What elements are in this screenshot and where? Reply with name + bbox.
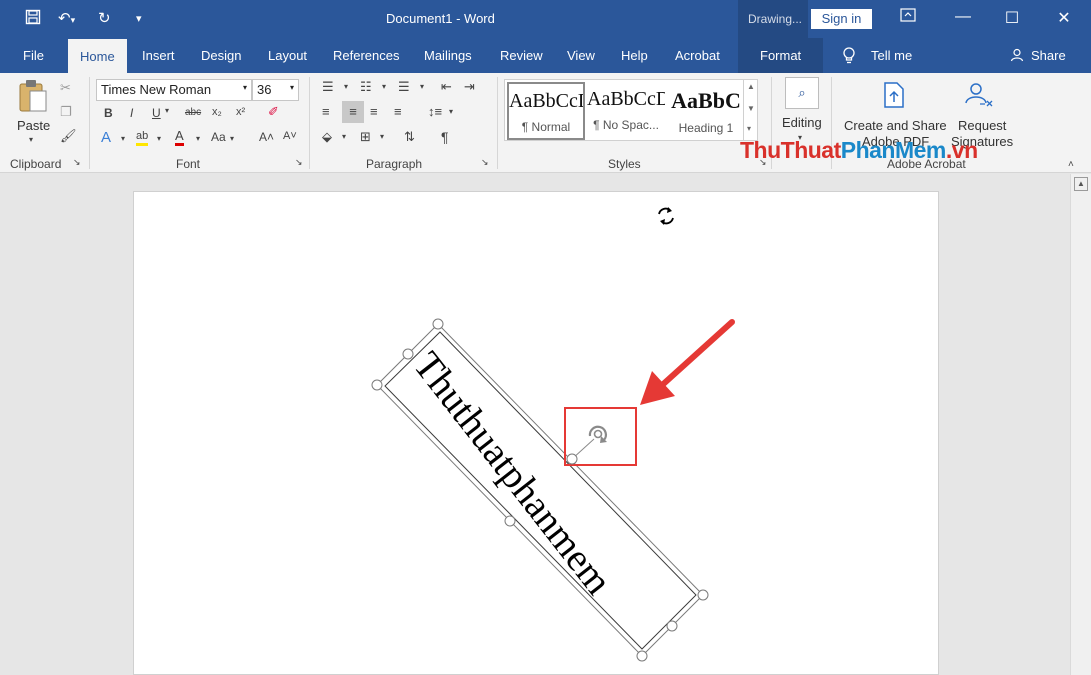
resize-handle[interactable] xyxy=(371,379,383,391)
resize-handle[interactable] xyxy=(636,650,648,662)
resize-handle[interactable] xyxy=(402,348,414,360)
resize-handle[interactable] xyxy=(432,318,444,330)
red-arrow xyxy=(640,319,735,405)
resize-handle[interactable] xyxy=(666,620,678,632)
rotate-cursor-icon xyxy=(658,207,674,225)
resize-handle[interactable] xyxy=(504,515,516,527)
resize-handle[interactable] xyxy=(566,453,578,465)
textbox-text[interactable]: Thuthuatphanmem xyxy=(405,344,620,603)
resize-handle[interactable] xyxy=(697,589,709,601)
canvas-overlay: Thuthuatphanmem xyxy=(371,207,735,662)
